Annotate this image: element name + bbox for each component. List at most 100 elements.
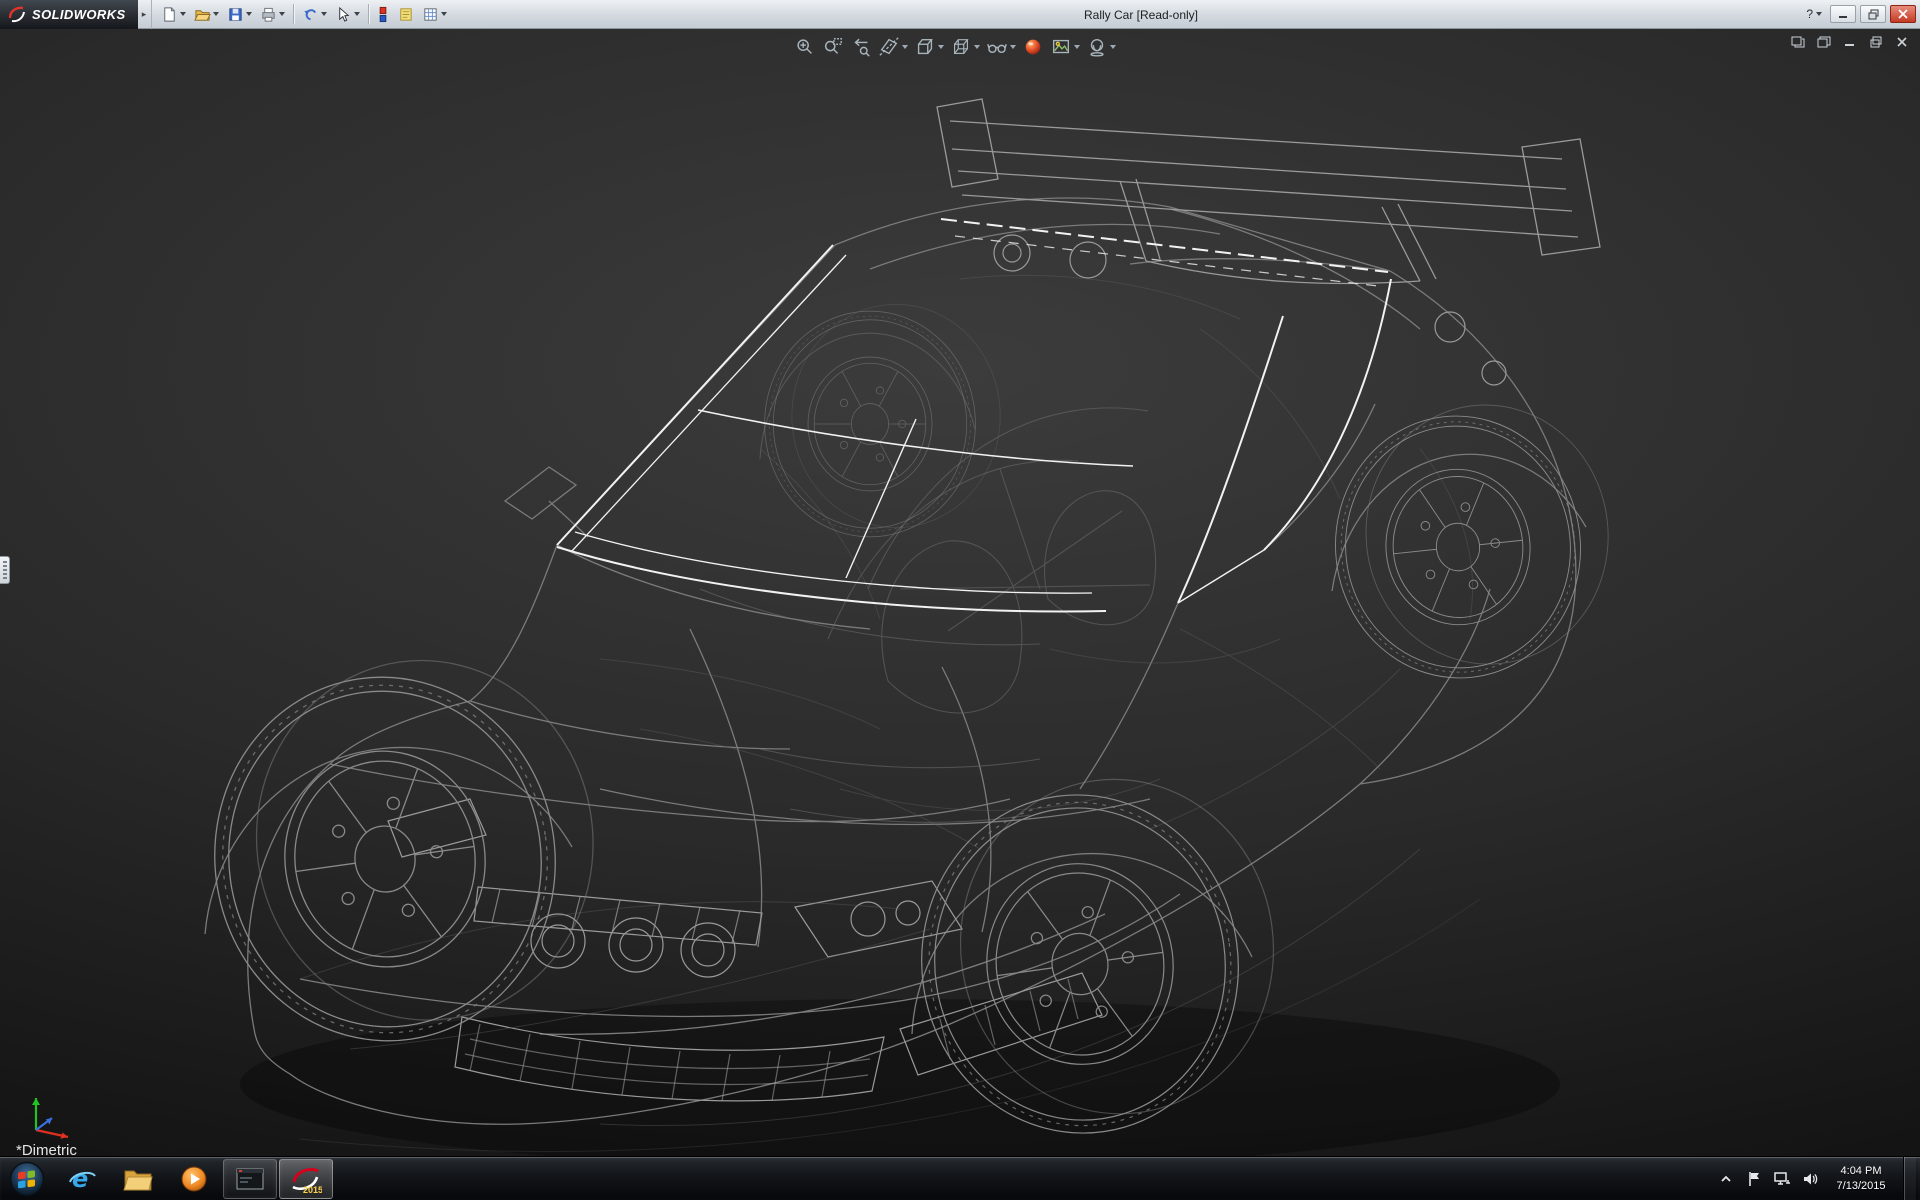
select-button[interactable] [332, 4, 363, 25]
design-binder-button[interactable] [394, 4, 417, 25]
app-window-icon [236, 1168, 264, 1190]
cascade-windows-icon [1817, 36, 1831, 48]
window-title: Rally Car [Read-only] [1084, 0, 1198, 29]
hide-show-items-button[interactable] [984, 34, 1018, 60]
open-button[interactable] [191, 4, 222, 25]
hidden-icons-button[interactable] [1717, 1167, 1735, 1191]
desktop: SOLIDWORKS ▸ [0, 0, 1920, 1200]
help-button[interactable]: ? [1802, 7, 1826, 21]
save-button[interactable] [224, 4, 255, 25]
solidworks-icon: 2015 [290, 1164, 322, 1194]
close-icon [1898, 9, 1908, 19]
windows-start-orb-icon [9, 1161, 45, 1197]
doc-restore-button[interactable] [1866, 34, 1886, 50]
zoom-to-area-button[interactable] [820, 34, 846, 60]
minimize-icon [1838, 9, 1848, 19]
apply-scene-button[interactable] [1048, 34, 1082, 60]
display-style-button[interactable] [948, 34, 982, 60]
doc-close-button[interactable] [1892, 34, 1912, 50]
new-document-button[interactable] [158, 4, 189, 25]
restore-button[interactable] [1860, 5, 1886, 23]
taskbar: e [0, 1156, 1920, 1200]
heads-up-view-toolbar [788, 33, 1122, 61]
save-floppy-icon [227, 6, 244, 23]
minimize-button[interactable] [1830, 5, 1856, 23]
doc-restore-icon [1870, 36, 1883, 48]
help-label: ? [1806, 7, 1813, 21]
clock-date: 7/13/2015 [1837, 1179, 1886, 1193]
print-button[interactable] [257, 4, 288, 25]
scene-icon [1050, 36, 1072, 58]
printer-icon [260, 6, 277, 23]
taskbar-windows-explorer[interactable] [111, 1159, 165, 1199]
solidworks-badge-text: 2015 [303, 1185, 322, 1194]
options-sheet-icon [422, 6, 439, 23]
document-window-controls [1788, 34, 1912, 50]
previous-view-icon [850, 36, 872, 58]
action-center-button[interactable] [1745, 1167, 1763, 1191]
doc-close-icon [1896, 36, 1908, 48]
orientation-triad[interactable] [22, 1086, 80, 1142]
flag-icon [1747, 1171, 1761, 1187]
start-button[interactable] [0, 1157, 54, 1200]
solidworks-logo-text: SOLIDWORKS [32, 7, 126, 22]
network-status-icon[interactable] [1773, 1167, 1791, 1191]
folder-icon [123, 1166, 153, 1192]
doc-minimize-button[interactable] [1840, 34, 1860, 50]
rally-car-wireframe-model [0, 29, 1920, 1156]
zoom-to-fit-icon [794, 36, 816, 58]
title-bar: SOLIDWORKS ▸ [0, 0, 1920, 29]
xpress-products-button[interactable] [374, 4, 392, 25]
edit-appearance-button[interactable] [1020, 34, 1046, 60]
options-button[interactable] [419, 4, 450, 25]
view-settings-button[interactable] [1084, 34, 1118, 60]
eyeglasses-icon [986, 36, 1008, 58]
graphics-area[interactable]: *Dimetric [0, 29, 1920, 1156]
solidworks-menu-button[interactable]: SOLIDWORKS [0, 0, 138, 29]
cursor-arrow-icon [335, 6, 352, 23]
zoom-to-area-icon [822, 36, 844, 58]
network-icon [1773, 1171, 1791, 1187]
svg-text:e: e [72, 1165, 88, 1193]
new-document-icon [161, 6, 178, 23]
appearance-ball-icon [1022, 36, 1044, 58]
zoom-to-fit-button[interactable] [792, 34, 818, 60]
taskbar-internet-explorer[interactable]: e [55, 1159, 109, 1199]
featuremanager-splitter-handle[interactable] [0, 556, 10, 584]
chevron-up-icon [1720, 1174, 1732, 1184]
splitter-grip-dots [3, 561, 7, 579]
taskbar-clock[interactable]: 4:04 PM 7/13/2015 [1829, 1164, 1893, 1193]
new-window-button[interactable] [1788, 34, 1808, 50]
section-view-icon [878, 36, 900, 58]
view-settings-icon [1086, 36, 1108, 58]
menu-expand-arrow[interactable]: ▸ [138, 0, 152, 29]
open-folder-icon [194, 6, 211, 23]
volume-icon[interactable] [1801, 1167, 1819, 1191]
new-window-icon [1791, 36, 1805, 48]
section-view-button[interactable] [876, 34, 910, 60]
standard-toolbar [152, 0, 456, 28]
taskbar-media-player[interactable] [167, 1159, 221, 1199]
undo-arrow-icon [302, 6, 319, 23]
design-binder-icon [397, 6, 414, 23]
doc-minimize-icon [1844, 36, 1856, 48]
xpress-products-icon [377, 6, 389, 23]
cascade-windows-button[interactable] [1814, 34, 1834, 50]
previous-view-button[interactable] [848, 34, 874, 60]
restore-icon [1868, 9, 1879, 20]
taskbar-solidworks-2015[interactable]: 2015 [279, 1159, 333, 1199]
solidworks-logo-icon [8, 5, 26, 23]
show-desktop-button[interactable] [1903, 1157, 1916, 1200]
view-orientation-button[interactable] [912, 34, 946, 60]
internet-explorer-icon: e [67, 1164, 97, 1194]
window-controls: ? [1802, 0, 1920, 28]
toolbar-separator [293, 4, 294, 24]
close-button[interactable] [1890, 5, 1916, 23]
taskbar-app-window[interactable] [223, 1159, 277, 1199]
system-tray: 4:04 PM 7/13/2015 [1717, 1157, 1920, 1200]
toolbar-separator [368, 4, 369, 24]
media-player-icon [180, 1165, 208, 1193]
clock-time: 4:04 PM [1841, 1164, 1882, 1178]
speaker-icon [1802, 1171, 1818, 1187]
undo-button[interactable] [299, 4, 330, 25]
